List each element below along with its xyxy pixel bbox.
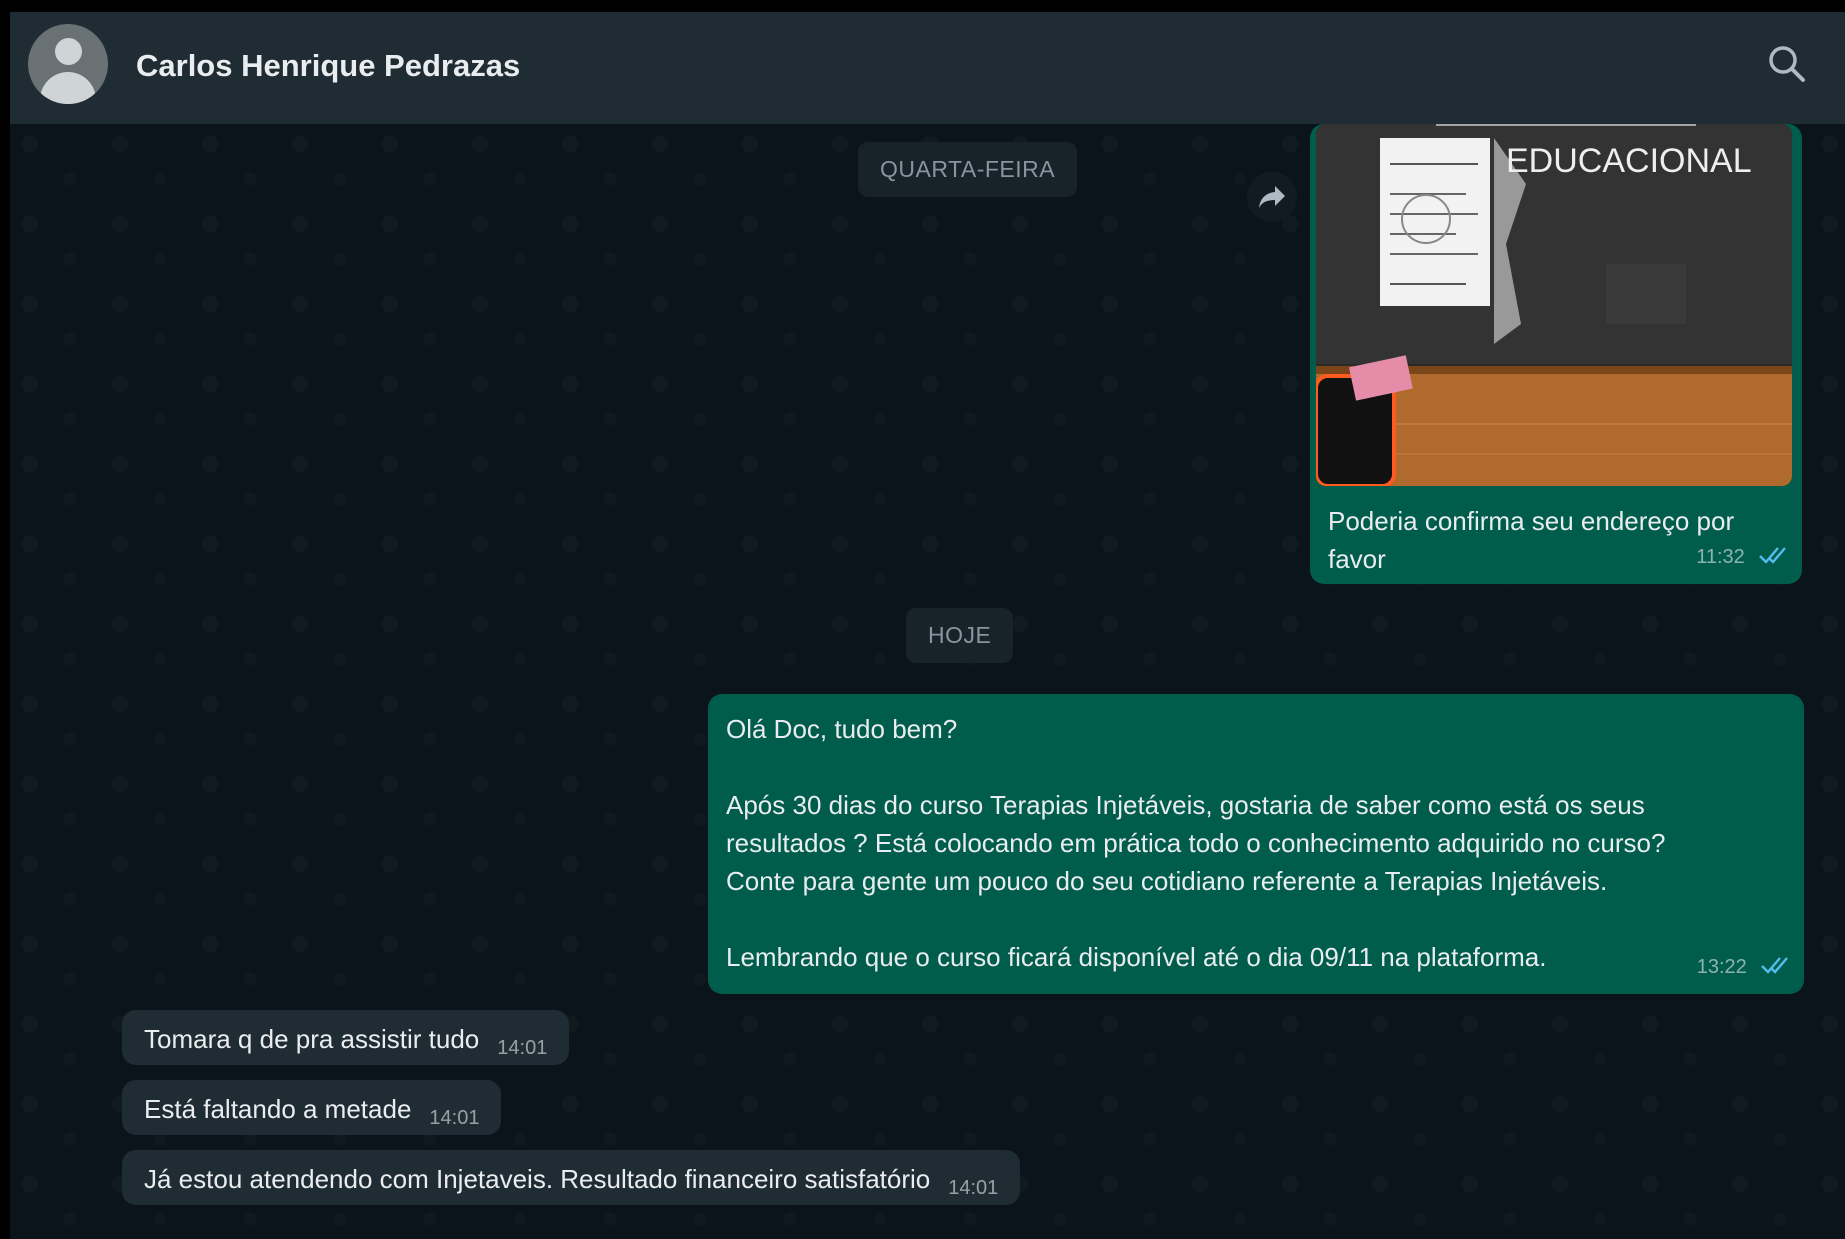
message-line: resultados ? Está colocando em prática t…: [726, 828, 1666, 858]
outgoing-message-bubble[interactable]: Olá Doc, tudo bem? Após 30 dias do curso…: [708, 694, 1804, 994]
message-line: Conte para gente um pouco do seu cotidia…: [726, 866, 1608, 896]
message-time: 14:01: [429, 1107, 480, 1129]
message-time: 14:01: [948, 1177, 999, 1199]
message-text: Tomara q de pra assistir tudo: [144, 1024, 480, 1054]
message-text: Está faltando a metade: [144, 1094, 412, 1124]
message-line: Lembrando que o curso ficará disponível …: [726, 942, 1547, 972]
message-meta: 13:22: [1697, 945, 1790, 986]
date-divider-wednesday: QUARTA-FEIRA: [858, 142, 1078, 197]
message-time: 14:01: [497, 1037, 548, 1059]
double-check-icon: [1758, 537, 1788, 575]
incoming-message-bubble[interactable]: Está faltando a metade 14:01: [122, 1080, 502, 1135]
message-time: 11:32: [1696, 546, 1745, 568]
chat-header: Carlos Henrique Pedrazas: [10, 12, 1845, 124]
message-time: 13:22: [1696, 956, 1747, 978]
message-text: Já estou atendendo com Injetaveis. Resul…: [144, 1164, 931, 1194]
message-line: Olá Doc, tudo bem?: [726, 714, 958, 744]
incoming-message-bubble[interactable]: Já estou atendendo com Injetaveis. Resul…: [122, 1150, 1021, 1205]
double-check-icon: [1760, 947, 1790, 985]
forward-icon[interactable]: [1247, 172, 1297, 222]
date-divider-today: HOJE: [906, 608, 1014, 663]
image-message-bubble[interactable]: EDUCACIONAL Poderia confirma seu endereç…: [1310, 124, 1802, 584]
message-image[interactable]: EDUCACIONAL: [1316, 124, 1792, 486]
default-avatar-icon[interactable]: [28, 24, 108, 104]
search-icon[interactable]: [1765, 42, 1809, 86]
image-text: EDUCACIONAL: [1506, 142, 1752, 180]
whatsapp-chat-window: Carlos Henrique Pedrazas EDUCACIONAL Pod…: [10, 12, 1845, 1239]
incoming-message-bubble[interactable]: Tomara q de pra assistir tudo 14:01: [122, 1010, 570, 1065]
message-meta: 11:32: [1696, 535, 1788, 576]
message-line: Após 30 dias do curso Terapias Injetávei…: [726, 790, 1645, 820]
contact-name[interactable]: Carlos Henrique Pedrazas: [136, 48, 520, 84]
